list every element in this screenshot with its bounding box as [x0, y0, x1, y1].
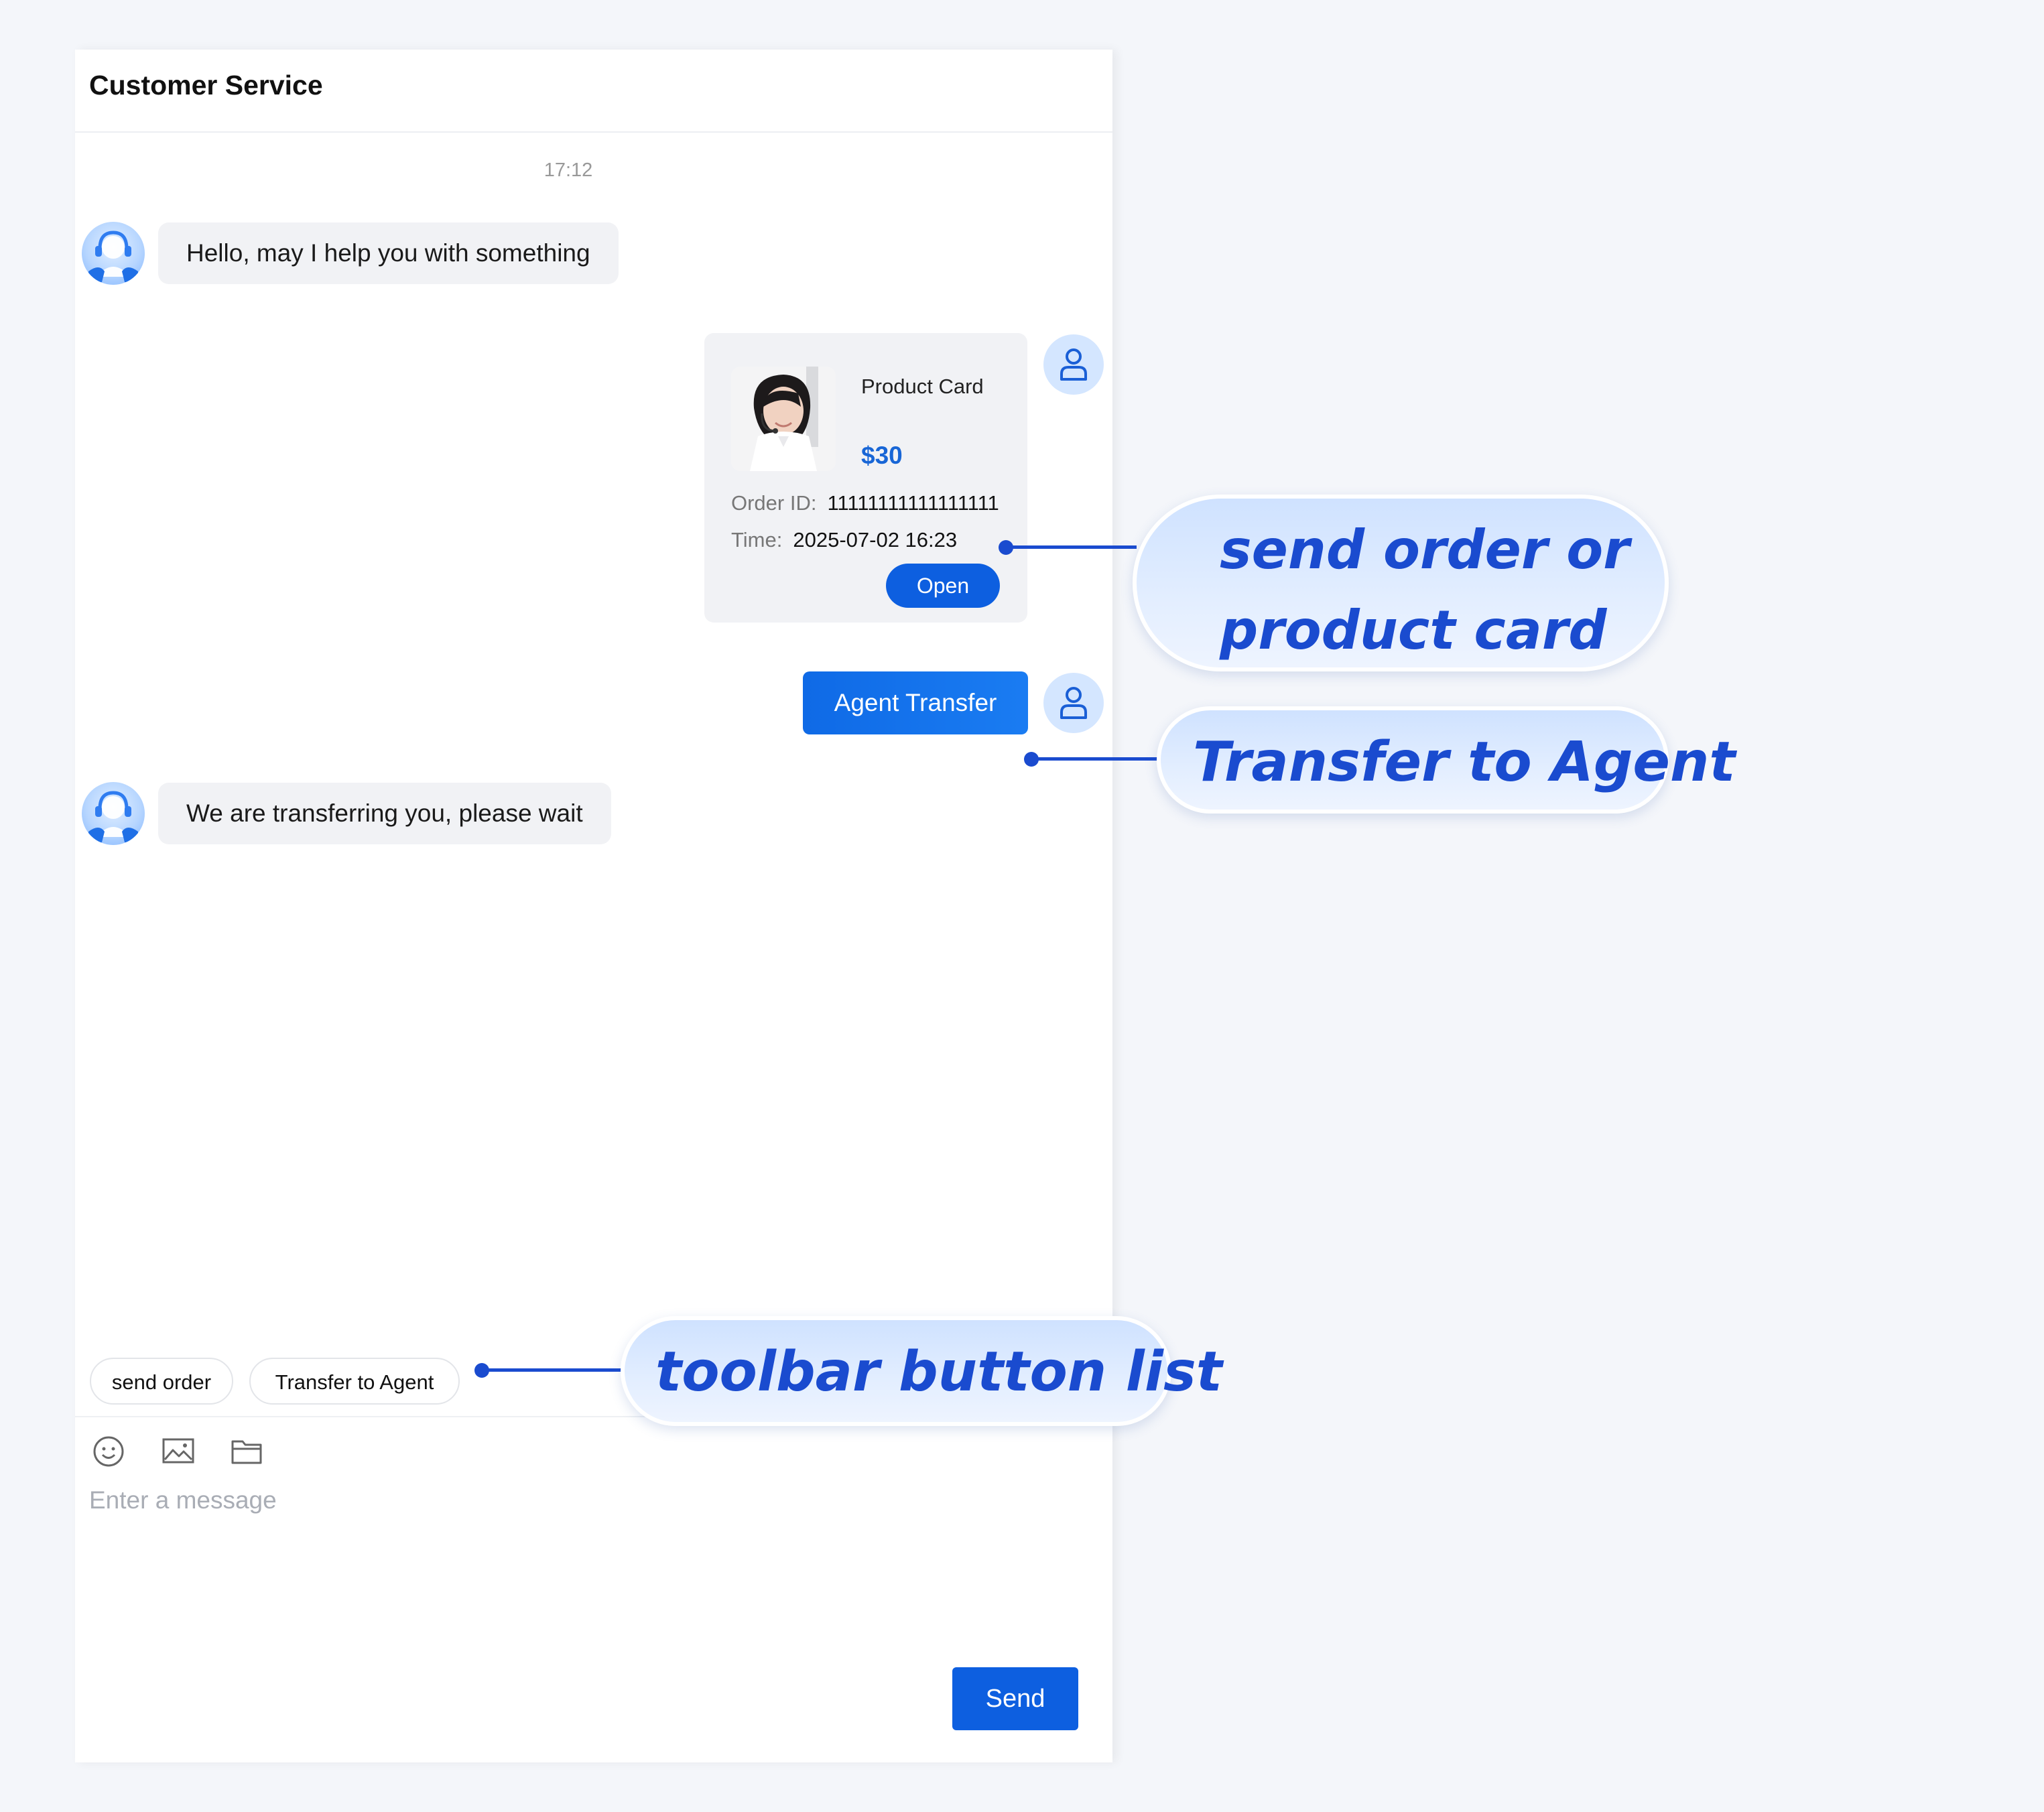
user-avatar	[1043, 673, 1104, 733]
message-input[interactable]	[89, 1486, 1094, 1634]
open-button[interactable]: Open	[886, 564, 1000, 608]
user-icon	[1060, 687, 1087, 719]
order-id-row: Order ID: 11111111111111111	[731, 491, 999, 515]
message-timestamp: 17:12	[544, 159, 593, 181]
product-title: Product Card	[861, 375, 984, 398]
order-id-label: Order ID:	[731, 491, 817, 515]
callout-label: product card	[1220, 599, 1607, 661]
order-id-value: 11111111111111111	[827, 491, 999, 515]
image-icon[interactable]	[161, 1434, 196, 1469]
folder-icon[interactable]	[229, 1434, 264, 1469]
order-time-label: Time:	[731, 528, 783, 552]
agent-photo-icon	[731, 367, 836, 471]
callout-connector-line	[1031, 757, 1161, 761]
page-title: Customer Service	[89, 70, 323, 101]
transfer-agent-chip[interactable]: Transfer to Agent	[249, 1358, 460, 1405]
callout-label: Transfer to Agent	[1193, 730, 1736, 794]
chat-window: Customer Service 17:12 Hello, may I help…	[75, 50, 1112, 1762]
callout-product-card: send order or product card	[1133, 495, 1669, 671]
user-avatar	[1043, 334, 1104, 395]
send-button[interactable]: Send	[952, 1667, 1078, 1730]
agent-headset-icon	[88, 231, 138, 282]
callout-toolbar: toolbar button list	[621, 1316, 1222, 1426]
send-order-chip[interactable]: send order	[90, 1358, 233, 1405]
callout-transfer-agent: Transfer to Agent	[1157, 706, 1736, 814]
bot-avatar	[82, 782, 145, 845]
product-image	[731, 367, 836, 471]
callout-label: send order or	[1220, 519, 1630, 581]
order-time-row: Time: 2025-07-02 16:23	[731, 528, 957, 552]
incoming-message: We are transferring you, please wait	[158, 783, 611, 844]
agent-transfer-message[interactable]: Agent Transfer	[803, 671, 1028, 734]
callout-connector-line	[481, 1368, 625, 1372]
callout-connector-line	[1005, 545, 1137, 549]
product-card[interactable]: Product Card $30 Order ID: 11111111111111…	[704, 333, 1027, 623]
callout-label: toolbar button list	[655, 1340, 1222, 1404]
chat-header: Customer Service	[75, 50, 1112, 133]
product-price: $30	[861, 442, 903, 469]
bot-avatar	[82, 222, 145, 285]
agent-headset-icon	[88, 791, 138, 842]
incoming-message: Hello, may I help you with something	[158, 222, 619, 284]
order-time-value: 2025-07-02 16:23	[793, 528, 958, 552]
emoji-icon[interactable]	[91, 1434, 126, 1469]
user-icon	[1060, 348, 1087, 381]
